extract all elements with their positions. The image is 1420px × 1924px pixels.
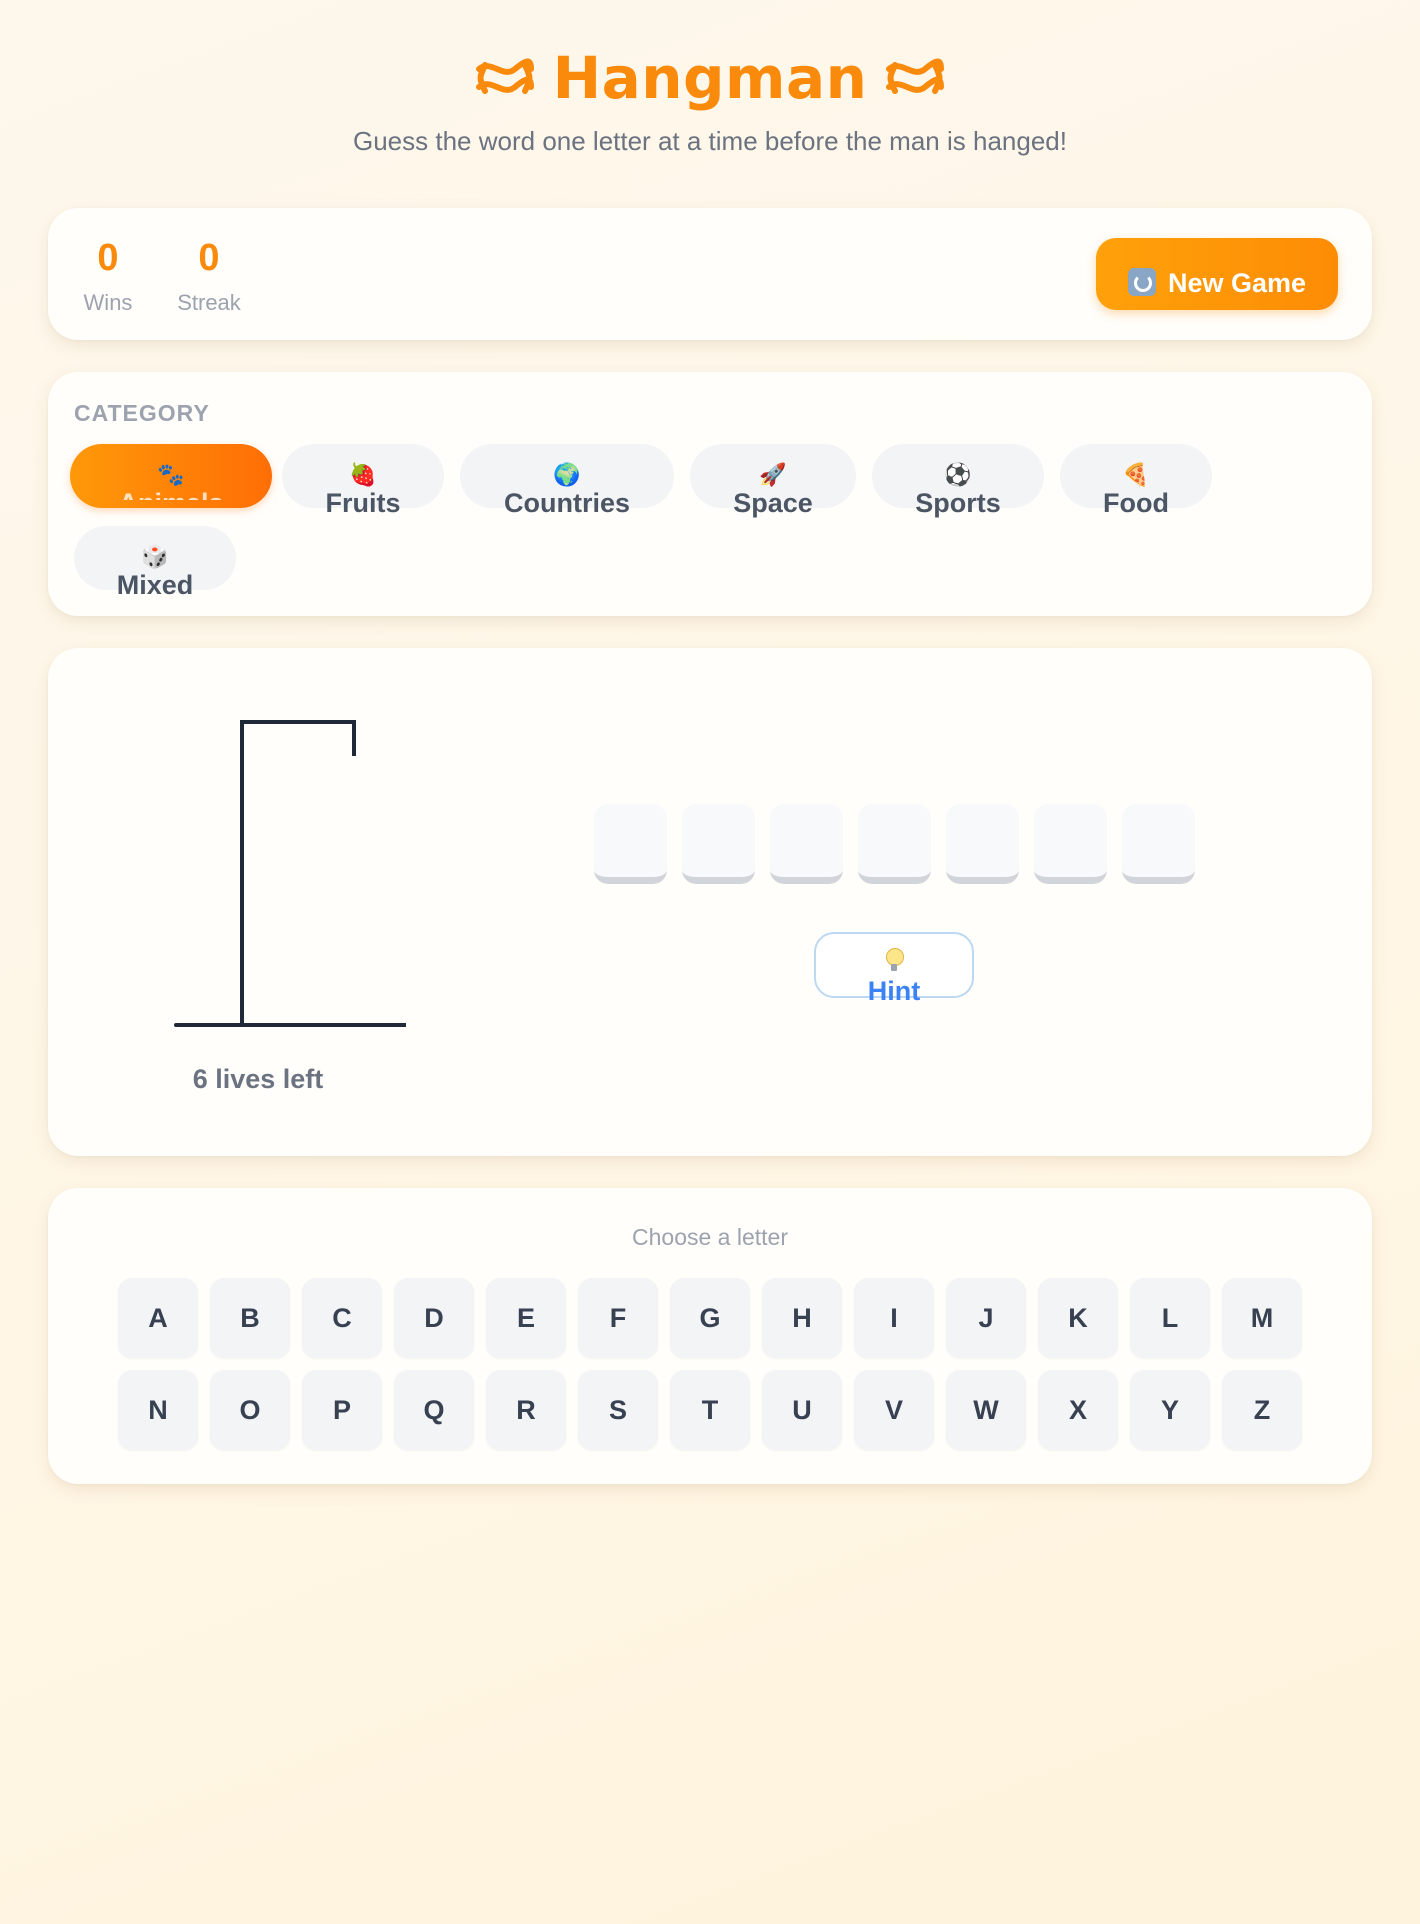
key-g[interactable]: G (670, 1278, 750, 1358)
rocket-icon: 🚀 (759, 463, 787, 488)
key-f[interactable]: F (578, 1278, 658, 1358)
category-label-space: Space (733, 488, 813, 518)
stats-card: 0 Wins 0 Streak New Game (48, 208, 1372, 340)
category-button-space[interactable]: 🚀 Space (690, 444, 856, 518)
keyboard-row-2: N O P Q R S T U V W X Y Z (118, 1370, 1302, 1450)
key-i[interactable]: I (854, 1278, 934, 1358)
header: Hangman Guess the word one letter at a t… (0, 44, 1420, 157)
key-m[interactable]: M (1222, 1278, 1302, 1358)
key-d[interactable]: D (394, 1278, 474, 1358)
letter-slot (1034, 804, 1107, 884)
key-x[interactable]: X (1038, 1370, 1118, 1450)
title-text: Hangman (552, 44, 868, 112)
streak-label: Streak (177, 289, 241, 315)
wins-value: 0 (97, 237, 119, 279)
key-c[interactable]: C (302, 1278, 382, 1358)
category-button-mixed[interactable]: 🎲 Mixed (74, 526, 236, 600)
key-s[interactable]: S (578, 1370, 658, 1450)
letter-slot (682, 804, 755, 884)
key-j[interactable]: J (946, 1278, 1026, 1358)
pizza-icon: 🍕 (1122, 463, 1150, 488)
category-label-fruits: Fruits (325, 488, 401, 518)
category-card: CATEGORY 🐾 Animals 🍓 Fruits 🌍 Countries … (48, 372, 1372, 616)
key-h[interactable]: H (762, 1278, 842, 1358)
category-label-countries: Countries (503, 488, 630, 518)
category-label-mixed: Mixed (116, 570, 194, 600)
keyboard-label: Choose a letter (632, 1224, 788, 1250)
category-label-sports: Sports (915, 488, 1001, 518)
key-q[interactable]: Q (394, 1370, 474, 1450)
strawberry-icon: 🍓 (349, 463, 377, 488)
soccer-ball-icon: ⚽ (944, 463, 972, 488)
word-display (594, 804, 1195, 884)
key-n[interactable]: N (118, 1370, 198, 1450)
key-v[interactable]: V (854, 1370, 934, 1450)
dice-icon: 🎲 (141, 545, 169, 570)
letter-slot (594, 804, 667, 884)
wins-stat: 0 Wins (78, 237, 138, 316)
letter-slot (1122, 804, 1195, 884)
key-u[interactable]: U (762, 1370, 842, 1450)
category-label-animals: Animals (70, 486, 272, 500)
game-card: 6 lives left Hint (48, 648, 1372, 1156)
knot-icon (475, 58, 534, 94)
category-label: CATEGORY (74, 400, 210, 426)
paw-icon: 🐾 (157, 463, 185, 488)
key-y[interactable]: Y (1130, 1370, 1210, 1450)
keyboard-row-1: A B C D E F G H I J K L M (118, 1278, 1302, 1358)
key-a[interactable]: A (118, 1278, 198, 1358)
globe-icon: 🌍 (553, 463, 581, 488)
key-w[interactable]: W (946, 1370, 1026, 1450)
streak-stat: 0 Streak (164, 237, 254, 316)
new-game-label: New Game (1167, 268, 1307, 299)
new-game-button[interactable]: New Game (1096, 238, 1338, 310)
category-button-sports[interactable]: ⚽ Sports (872, 444, 1044, 518)
letter-slot (946, 804, 1019, 884)
lives-left-text: 6 lives left (192, 1064, 324, 1094)
key-o[interactable]: O (210, 1370, 290, 1450)
key-b[interactable]: B (210, 1278, 290, 1358)
page-title: Hangman (475, 44, 946, 112)
key-r[interactable]: R (486, 1370, 566, 1450)
key-k[interactable]: K (1038, 1278, 1118, 1358)
category-button-food[interactable]: 🍕 Food (1060, 444, 1212, 518)
gallows-drawing (174, 720, 406, 1027)
key-z[interactable]: Z (1222, 1370, 1302, 1450)
category-button-countries[interactable]: 🌍 Countries (460, 444, 674, 518)
page-subtitle: Guess the word one letter at a time befo… (353, 126, 1067, 156)
refresh-icon (1127, 268, 1156, 297)
category-label-food: Food (1103, 488, 1169, 518)
key-e[interactable]: E (486, 1278, 566, 1358)
keyboard-card: Choose a letter A B C D E F G H I J K L … (48, 1188, 1372, 1484)
category-button-fruits[interactable]: 🍓 Fruits (282, 444, 444, 518)
key-l[interactable]: L (1130, 1278, 1210, 1358)
lightbulb-icon (886, 948, 904, 972)
letter-slot (858, 804, 931, 884)
knot-icon (886, 58, 945, 94)
streak-value: 0 (198, 237, 220, 279)
hint-label: Hint (867, 976, 921, 1006)
category-button-animals[interactable]: 🐾 Animals (70, 444, 272, 508)
key-p[interactable]: P (302, 1370, 382, 1450)
key-t[interactable]: T (670, 1370, 750, 1450)
hint-button[interactable]: Hint (814, 932, 974, 1006)
wins-label: Wins (83, 289, 133, 315)
letter-slot (770, 804, 843, 884)
